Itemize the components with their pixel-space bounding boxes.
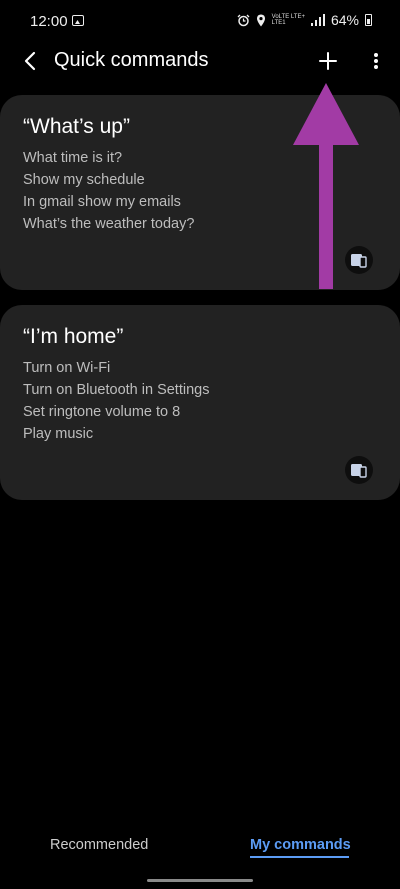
network-type-label: VoLTE LTE+ LTE1 xyxy=(272,14,305,26)
phone-tablet-icon xyxy=(345,456,373,484)
status-time: 12:00 xyxy=(30,13,68,30)
command-action: What time is it? xyxy=(23,150,123,166)
command-action: Turn on Wi-Fi xyxy=(23,360,111,376)
command-card-im-home[interactable]: “I’m home” Turn on Wi-Fi Turn on Bluetoo… xyxy=(0,305,400,500)
status-bar: 12:00 VoLTE LTE+ LTE1 64% xyxy=(0,0,400,44)
command-action: Turn on Bluetooth in Settings xyxy=(23,382,210,398)
location-icon xyxy=(256,14,265,26)
status-indicators: VoLTE LTE+ LTE1 64% xyxy=(237,12,372,28)
command-action: Set ringtone volume to 8 xyxy=(23,404,181,420)
signal-icon xyxy=(310,14,325,26)
command-actions-list: Turn on Wi-Fi Turn on Bluetooth in Setti… xyxy=(23,357,209,445)
tab-recommended[interactable]: Recommended xyxy=(50,837,148,853)
annotation-arrow xyxy=(293,83,359,289)
gallery-notification-icon xyxy=(72,15,84,26)
command-action: Show my schedule xyxy=(23,172,145,188)
battery-percent: 64% xyxy=(330,12,359,28)
command-title: “I’m home” xyxy=(23,325,124,348)
command-action: Play music xyxy=(23,426,94,442)
tab-my-commands[interactable]: My commands xyxy=(250,837,351,853)
alarm-icon xyxy=(237,14,250,26)
plus-icon[interactable] xyxy=(317,50,339,72)
app-bar: Quick commands xyxy=(0,44,400,78)
home-gesture-bar[interactable] xyxy=(147,879,253,882)
tab-selected-indicator xyxy=(250,856,349,858)
command-actions-list: What time is it? Show my schedule In gma… xyxy=(23,147,194,235)
chevron-left-icon[interactable] xyxy=(20,50,40,72)
network-bottom-label: LTE1 xyxy=(271,20,286,26)
command-action: In gmail show my emails xyxy=(23,194,181,210)
more-vertical-icon[interactable] xyxy=(368,50,384,72)
command-action: What’s the weather today? xyxy=(23,216,195,232)
page-title: Quick commands xyxy=(54,49,209,71)
command-title: “What’s up” xyxy=(23,115,130,138)
battery-icon xyxy=(365,14,372,26)
